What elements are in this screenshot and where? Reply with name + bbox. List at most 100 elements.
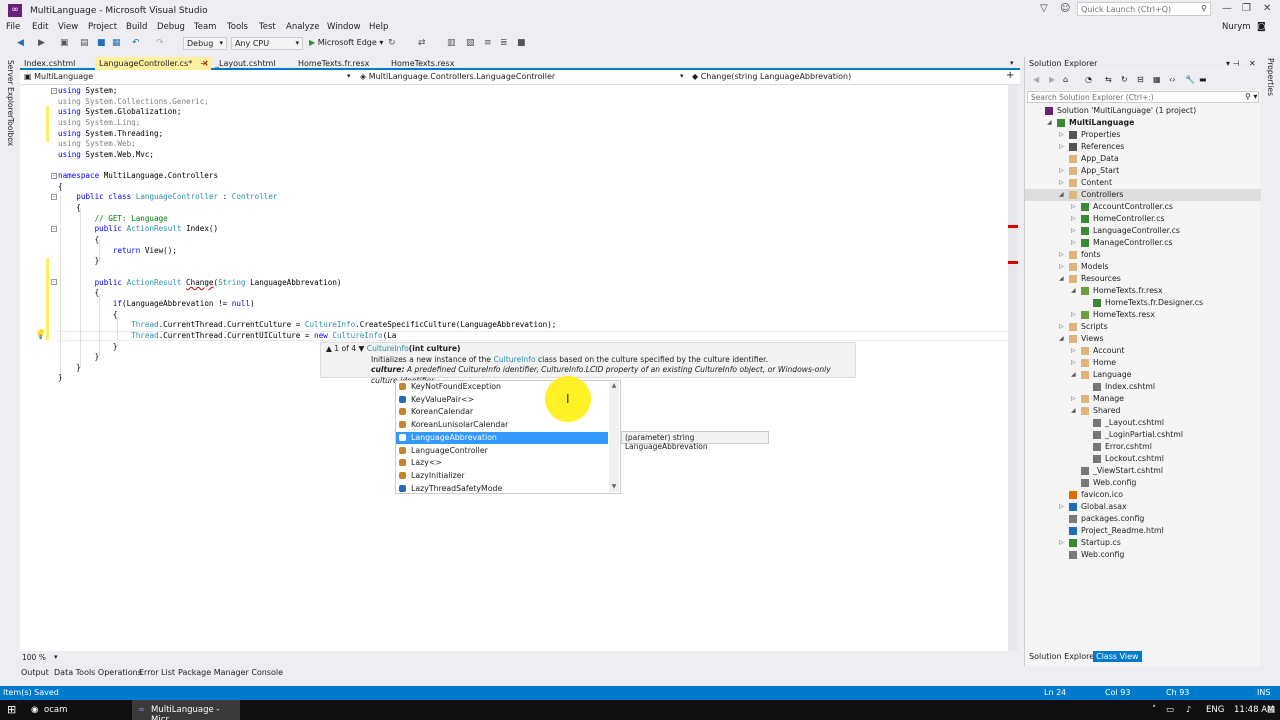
- collapse-arrow-icon[interactable]: ◢: [1059, 275, 1064, 282]
- filter-icon[interactable]: ▽: [1040, 3, 1048, 14]
- browser-link-icon[interactable]: ⇄: [418, 38, 426, 48]
- collapse-arrow-icon[interactable]: ◢: [1059, 335, 1064, 342]
- tree-item[interactable]: Web.config: [1025, 549, 1261, 561]
- menu-project[interactable]: Project: [88, 22, 117, 32]
- member-dropdown[interactable]: ◆ Change(string LanguageAbbrevation): [692, 72, 851, 81]
- collapse-arrow-icon[interactable]: ◢: [1071, 287, 1076, 294]
- expand-arrow-icon[interactable]: ▷: [1071, 359, 1076, 366]
- new-project-icon[interactable]: ▣: [60, 38, 69, 48]
- tree-item[interactable]: ▷ HomeTexts.resx: [1025, 309, 1261, 321]
- sync-icon[interactable]: ⇆: [1105, 75, 1112, 84]
- menu-edit[interactable]: Edit: [32, 22, 48, 32]
- undo-icon[interactable]: ↶: [132, 38, 140, 48]
- list-item[interactable]: LazyInitializer: [396, 470, 608, 483]
- menu-test[interactable]: Test: [259, 22, 276, 32]
- expand-arrow-icon[interactable]: ▷: [1071, 203, 1076, 210]
- refresh-icon[interactable]: ↻: [1121, 75, 1128, 84]
- tree-item[interactable]: ◢ Shared: [1025, 405, 1261, 417]
- tab-class-view[interactable]: Class View: [1093, 651, 1142, 662]
- search-icon[interactable]: ⚲ ▾: [1245, 92, 1257, 101]
- tree-item[interactable]: ▷ Properties: [1025, 129, 1261, 141]
- tree-item[interactable]: ◢ Language: [1025, 369, 1261, 381]
- expand-arrow-icon[interactable]: ▷: [1059, 251, 1064, 258]
- taskbar-app-ocam[interactable]: ◉ ocam: [24, 700, 130, 720]
- account-icon[interactable]: ◙: [1257, 22, 1266, 32]
- chevron-down-icon[interactable]: ▾: [54, 653, 58, 661]
- tree-item[interactable]: Web.config: [1025, 477, 1261, 489]
- prev-overload-icon[interactable]: ▲: [326, 344, 332, 353]
- expand-arrow-icon[interactable]: ▷: [1059, 131, 1064, 138]
- user-name[interactable]: Nurym: [1222, 22, 1251, 32]
- preview-icon[interactable]: ▬: [1199, 75, 1207, 84]
- back-icon[interactable]: ◀: [1033, 75, 1039, 84]
- smiley-icon[interactable]: ☺: [1060, 3, 1070, 14]
- project-dropdown[interactable]: ▣ MultiLanguage: [24, 72, 93, 81]
- menu-window[interactable]: Window: [327, 22, 361, 32]
- fold-toggle[interactable]: -: [51, 173, 57, 179]
- expand-arrow-icon[interactable]: ▷: [1071, 311, 1076, 318]
- expand-arrow-icon[interactable]: ▷: [1059, 539, 1064, 546]
- run-button[interactable]: ▶ Microsoft Edge ▾: [309, 38, 383, 47]
- toolbar-icon[interactable]: ▧: [466, 38, 475, 48]
- tree-item[interactable]: ◢ Controllers: [1025, 189, 1261, 201]
- tab-data-tools[interactable]: Data Tools Operations: [54, 668, 142, 677]
- tree-item[interactable]: ▷ ManageController.cs: [1025, 237, 1261, 249]
- tab-hometexts-resx[interactable]: HomeTexts.resx: [387, 57, 458, 70]
- expand-arrow-icon[interactable]: ▷: [1071, 395, 1076, 402]
- menu-build[interactable]: Build: [126, 22, 147, 32]
- language-indicator[interactable]: ENG: [1206, 705, 1224, 715]
- open-icon[interactable]: ▤: [80, 38, 89, 48]
- menu-file[interactable]: File: [6, 22, 20, 32]
- tree-item[interactable]: ▷ App_Start: [1025, 165, 1261, 177]
- tab-error-list[interactable]: Error List: [139, 668, 175, 677]
- tree-item[interactable]: ▷ Global.asax: [1025, 501, 1261, 513]
- expand-arrow-icon[interactable]: ▷: [1071, 347, 1076, 354]
- menu-analyze[interactable]: Analyze: [286, 22, 320, 32]
- tray-up-icon[interactable]: ˄: [1152, 705, 1156, 715]
- fold-toggle[interactable]: -: [51, 279, 57, 285]
- server-explorer-tab[interactable]: Server Explorer: [6, 60, 15, 118]
- minimize-button[interactable]: —: [1222, 3, 1232, 14]
- home-icon[interactable]: ⌂: [1063, 75, 1068, 84]
- back-icon[interactable]: ◀: [17, 38, 24, 48]
- tab-layout-cshtml[interactable]: _Layout.cshtml: [211, 57, 280, 70]
- tree-item[interactable]: ▷ Models: [1025, 261, 1261, 273]
- tree-item[interactable]: packages.config: [1025, 513, 1261, 525]
- tree-item[interactable]: HomeTexts.fr.Designer.cs: [1025, 297, 1261, 309]
- save-all-icon[interactable]: ▦: [112, 38, 121, 48]
- expand-arrow-icon[interactable]: ▷: [1071, 215, 1076, 222]
- tree-item[interactable]: Lockout.cshtml: [1025, 453, 1261, 465]
- split-icon[interactable]: +: [1006, 70, 1014, 81]
- expand-arrow-icon[interactable]: ▷: [1059, 143, 1064, 150]
- properties-icon[interactable]: 🔧: [1185, 75, 1195, 84]
- tree-item[interactable]: Error.cshtml: [1025, 441, 1261, 453]
- close-button[interactable]: ✕: [1263, 3, 1271, 14]
- tree-item[interactable]: ▷ Manage: [1025, 393, 1261, 405]
- tab-package-manager[interactable]: Package Manager Console: [178, 668, 283, 677]
- properties-tab[interactable]: Properties: [1266, 58, 1275, 96]
- fold-toggle[interactable]: -: [51, 88, 57, 94]
- tree-item[interactable]: ▷ Account: [1025, 345, 1261, 357]
- editor-scrollbar[interactable]: [1008, 85, 1018, 651]
- forward-icon[interactable]: ▶: [1049, 75, 1055, 84]
- expand-arrow-icon[interactable]: ▷: [1059, 167, 1064, 174]
- fold-toggle[interactable]: -: [51, 194, 57, 200]
- tree-item[interactable]: Project_Readme.html: [1025, 525, 1261, 537]
- tree-item[interactable]: Index.cshtml: [1025, 381, 1261, 393]
- expand-arrow-icon[interactable]: ▷: [1059, 179, 1064, 186]
- forward-icon[interactable]: ▶: [38, 38, 45, 48]
- expand-arrow-icon[interactable]: ▷: [1071, 227, 1076, 234]
- expand-arrow-icon[interactable]: ▷: [1059, 323, 1064, 330]
- list-item[interactable]: LazyThreadSafetyMode: [396, 483, 608, 496]
- collapse-arrow-icon[interactable]: ◢: [1047, 119, 1052, 126]
- tree-item[interactable]: ▷ Scripts: [1025, 321, 1261, 333]
- menu-view[interactable]: View: [58, 22, 78, 32]
- collapse-arrow-icon[interactable]: ◢: [1071, 407, 1076, 414]
- chevron-down-icon[interactable]: ▾: [680, 72, 684, 80]
- tree-item[interactable]: ▷ Startup.cs: [1025, 537, 1261, 549]
- tree-item[interactable]: ▷ Content: [1025, 177, 1261, 189]
- taskbar-app-vs[interactable]: ∞ MultiLanguage - Micr...: [132, 700, 240, 720]
- tree-item[interactable]: ◢ HomeTexts.fr.resx: [1025, 285, 1261, 297]
- next-overload-icon[interactable]: ▼: [359, 344, 365, 353]
- menu-team[interactable]: Team: [194, 22, 216, 32]
